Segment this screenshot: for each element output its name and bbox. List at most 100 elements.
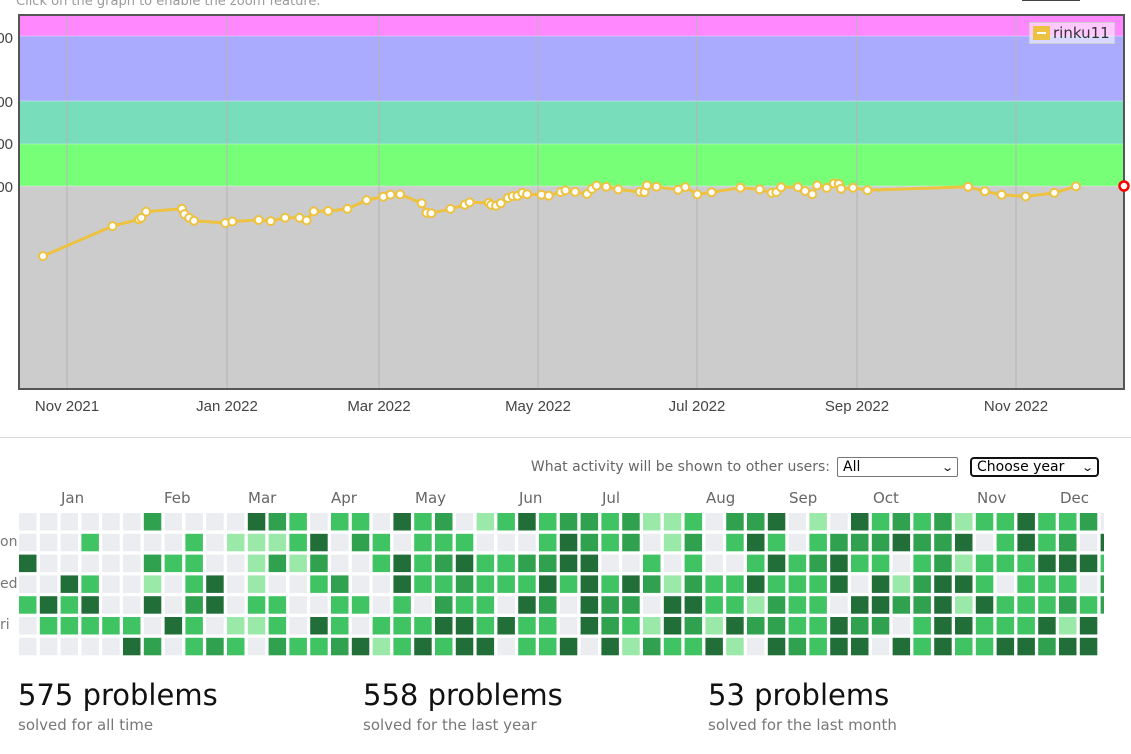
activity-cell [102, 575, 120, 593]
activity-cell [955, 637, 973, 656]
year-select[interactable]: Choose year ⌄ [970, 457, 1099, 477]
activity-cell [247, 637, 266, 656]
activity-cell [892, 637, 911, 656]
activity-cell [102, 513, 120, 531]
activity-cell [102, 554, 120, 573]
activity-cell [539, 513, 557, 531]
activity-cell [1017, 637, 1035, 656]
activity-cell [268, 513, 287, 531]
activity-cell [809, 513, 827, 531]
month-label: Feb [164, 489, 191, 507]
activity-cell [414, 554, 432, 573]
rating-point [227, 216, 238, 227]
activity-cell [102, 596, 120, 614]
activity-cell [955, 513, 973, 531]
activity-cell [830, 554, 848, 573]
activity-cell [227, 533, 245, 552]
activity-cell [185, 617, 203, 635]
activity-cell [289, 637, 307, 656]
activity-visibility-row: What activity will be shown to other use… [0, 454, 1131, 480]
activity-cell [414, 596, 432, 614]
activity-cell [830, 596, 848, 614]
activity-cell [247, 617, 266, 635]
activity-cell [892, 575, 911, 593]
activity-cell [726, 637, 744, 656]
activity-cell [164, 533, 183, 552]
month-label: Oct [873, 489, 899, 507]
rating-point [323, 206, 334, 216]
rating-chart-svg[interactable]: 00 00 00 00 Nov 2021 Jan 2022 Mar 2022 May 2022… [0, 0, 1131, 425]
activity-cell [81, 554, 99, 573]
activity-cell [539, 575, 557, 593]
activity-cell [289, 617, 307, 635]
chevron-down-icon: ⌄ [940, 460, 954, 474]
activity-cell [892, 513, 911, 531]
activity-cell [996, 637, 1015, 656]
activity-cell [1079, 554, 1098, 573]
rating-point [735, 182, 746, 193]
activity-cell [206, 533, 224, 552]
rating-band [19, 15, 1124, 36]
activity-cell [726, 617, 744, 635]
activity-cell [622, 596, 640, 614]
activity-cell [227, 513, 245, 531]
activity-cell [747, 617, 765, 635]
activity-cell [934, 554, 952, 573]
activity-cell [643, 513, 661, 531]
stat-last-month-caption: solved for the last month [708, 716, 897, 734]
activity-cell [788, 637, 807, 656]
activity-cell [705, 617, 723, 635]
activity-cell [871, 617, 890, 635]
activity-cell [414, 575, 432, 593]
month-label: Dec [1060, 489, 1090, 507]
activity-cell [934, 637, 952, 656]
month-label: Jul [602, 489, 621, 507]
activity-visibility-select[interactable]: All ⌄ [837, 457, 958, 477]
rating-point [862, 185, 873, 196]
activity-cell [934, 596, 952, 614]
activity-cell [622, 533, 640, 552]
activity-cell [414, 617, 432, 635]
activity-cell [39, 554, 58, 573]
activity-cell [455, 575, 474, 593]
rating-point [361, 195, 372, 206]
activity-cell [851, 575, 869, 593]
rating-point [543, 190, 554, 201]
activity-cell [580, 554, 599, 573]
activity-cell [393, 617, 411, 635]
activity-cell [455, 554, 474, 573]
activity-cell [268, 596, 287, 614]
activity-cell [123, 596, 141, 614]
activity-cell [913, 637, 931, 656]
activity-cell [705, 575, 723, 593]
rating-point [107, 221, 118, 232]
activity-cell [705, 596, 723, 614]
rating-point [426, 208, 437, 219]
activity-cell [892, 554, 911, 573]
activity-cell [975, 596, 994, 614]
activity-cell [289, 554, 307, 573]
activity-cell [310, 513, 328, 531]
activity-cell [975, 554, 994, 573]
activity-cell [455, 596, 474, 614]
rating-chart[interactable]: 00 00 00 00 Nov 2021 Jan 2022 Mar 2022 May 2022… [0, 0, 1131, 425]
rating-point [395, 189, 406, 200]
activity-cell [913, 513, 931, 531]
activity-cell [601, 617, 619, 635]
activity-cell [518, 554, 536, 573]
activity-cell [476, 637, 495, 656]
activity-cell [185, 513, 203, 531]
activity-cell [1059, 533, 1077, 552]
activity-cell [851, 533, 869, 552]
rating-point [280, 212, 291, 223]
y-tick-label: 00 [0, 94, 13, 111]
activity-cell [351, 554, 370, 573]
activity-cell [1038, 533, 1056, 552]
activity-cell [788, 596, 807, 614]
activity-cell [851, 513, 869, 531]
stat-last-year-caption: solved for the last year [363, 716, 537, 734]
activity-cell [268, 575, 287, 593]
activity-cell [1038, 617, 1056, 635]
rating-point [1020, 191, 1031, 202]
activity-cell [663, 554, 682, 573]
